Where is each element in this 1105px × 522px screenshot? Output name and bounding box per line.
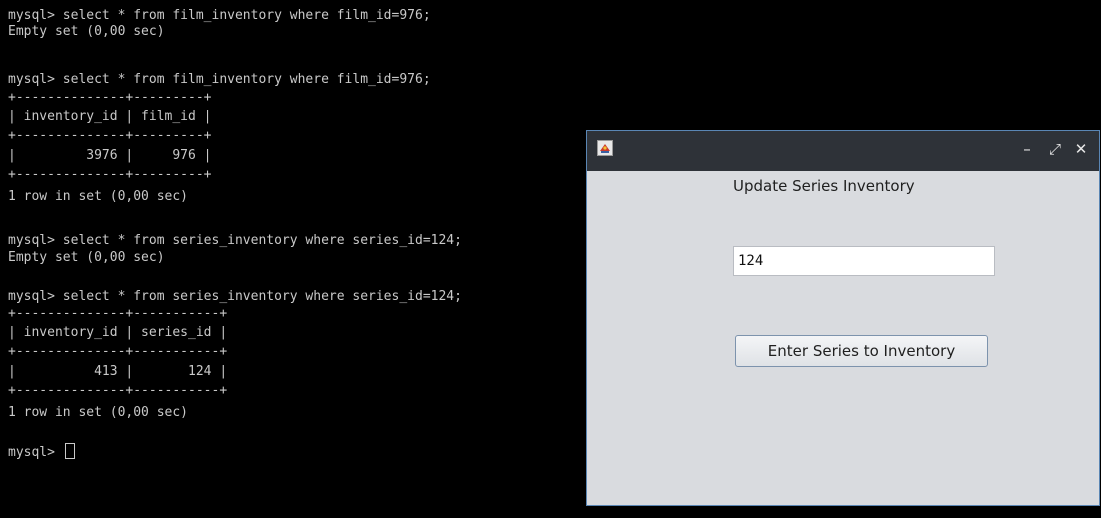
- terminal-prompt: mysql>: [8, 445, 63, 460]
- terminal-line: mysql> select * from series_inventory wh…: [8, 289, 462, 304]
- terminal-line: +--------------+---------+: [8, 128, 212, 143]
- java-app-icon: [597, 140, 613, 156]
- terminal-line: | 413 | 124 |: [8, 364, 228, 379]
- terminal-line: +--------------+-----------+: [8, 306, 228, 321]
- terminal-line: +--------------+-----------+: [8, 383, 228, 398]
- close-icon[interactable]: ✕: [1073, 141, 1089, 157]
- maximize-icon[interactable]: ⤢: [1047, 141, 1063, 157]
- update-series-inventory-window: – ⤢ ✕ Update Series Inventory Enter Seri…: [586, 130, 1100, 506]
- terminal-line: mysql> select * from film_inventory wher…: [8, 72, 431, 87]
- form-heading: Update Series Inventory: [733, 177, 915, 195]
- enter-series-button[interactable]: Enter Series to Inventory: [735, 335, 988, 367]
- terminal-line: 1 row in set (0,00 sec): [8, 189, 189, 204]
- screen-edge: [1101, 0, 1105, 522]
- terminal-line: mysql> select * from series_inventory wh…: [8, 233, 462, 248]
- terminal-line: Empty set (0,00 sec): [8, 24, 165, 39]
- terminal-line: Empty set (0,00 sec): [8, 250, 165, 265]
- terminal-prompt-line[interactable]: mysql>: [8, 443, 75, 461]
- terminal-line: | inventory_id | series_id |: [8, 325, 228, 340]
- cursor-icon: [64, 443, 75, 459]
- terminal-line: mysql> select * from film_inventory wher…: [8, 8, 431, 23]
- minimize-icon[interactable]: –: [1019, 141, 1035, 157]
- screen-edge: [0, 518, 1105, 522]
- terminal-line: | inventory_id | film_id |: [8, 109, 212, 124]
- terminal-line: | 3976 | 976 |: [8, 148, 212, 163]
- terminal-line: 1 row in set (0,00 sec): [8, 405, 189, 420]
- window-titlebar[interactable]: – ⤢ ✕: [587, 131, 1099, 171]
- terminal-line: +--------------+-----------+: [8, 344, 228, 359]
- series-id-input[interactable]: [733, 246, 995, 276]
- terminal-line: +--------------+---------+: [8, 90, 212, 105]
- terminal-line: +--------------+---------+: [8, 167, 212, 182]
